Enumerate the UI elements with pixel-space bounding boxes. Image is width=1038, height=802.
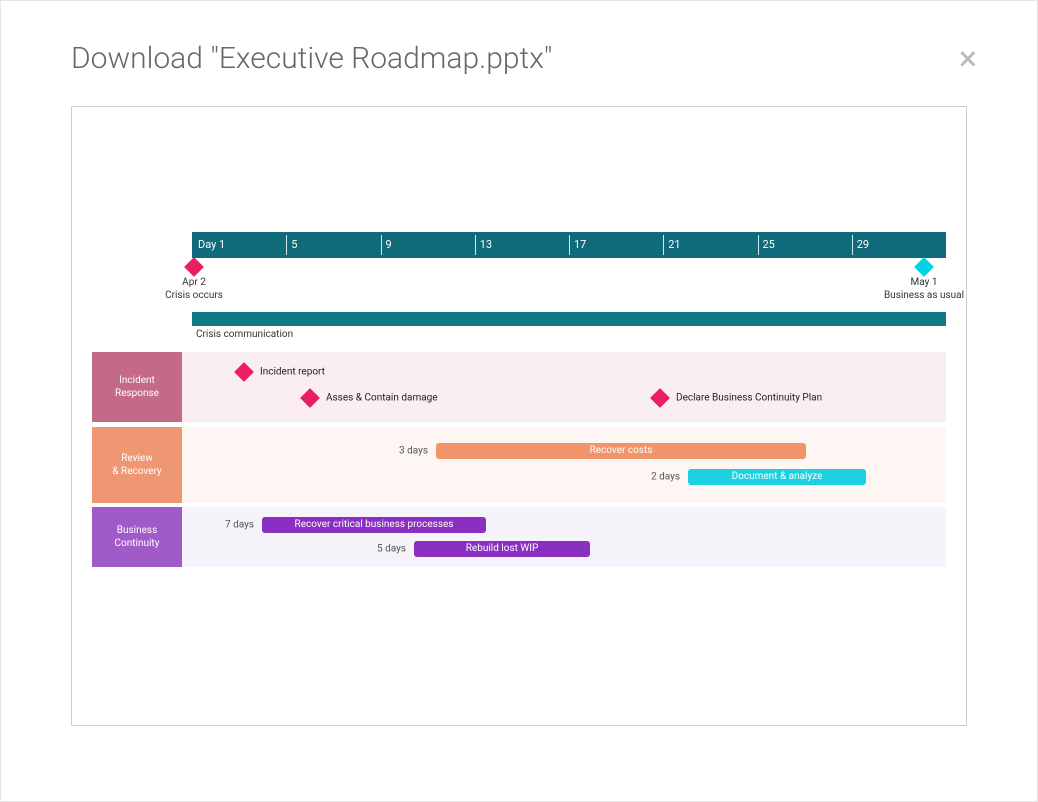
incident-report-label: Incident report: [260, 367, 325, 378]
recover-processes-bar: Recover critical business processes: [262, 517, 486, 533]
tick-29: 29: [852, 235, 869, 255]
swimlane-incident-response: Incident Response Incident report Asses …: [92, 352, 946, 422]
download-modal: Download "Executive Roadmap.pptx" × Day …: [21, 11, 1017, 771]
lane1-name-l2: Response: [96, 387, 178, 400]
lane3-name-l1: Business: [96, 524, 178, 537]
assess-contain-label: Asses & Contain damage: [326, 393, 438, 404]
close-icon[interactable]: ×: [959, 42, 977, 76]
declare-bcp-label: Declare Business Continuity Plan: [676, 393, 822, 404]
tick-25: 25: [758, 235, 775, 255]
milestone-crisis-label: Crisis occurs: [165, 290, 223, 301]
modal-title: Download "Executive Roadmap.pptx": [71, 41, 552, 76]
swimlane-business-continuity: Business Continuity 7 days Recover criti…: [92, 507, 946, 567]
crisis-communication-label: Crisis communication: [196, 329, 293, 340]
tick-9: 9: [381, 235, 392, 255]
milestone-crisis-date: Apr 2: [182, 277, 206, 288]
modal-header: Download "Executive Roadmap.pptx" ×: [21, 11, 1017, 96]
preview-frame: Day 1 5 9 13 17 21 25 29 Apr 2 Crisis oc…: [71, 106, 967, 726]
milestone-business-usual-label: Business as usual: [884, 290, 964, 301]
milestone-business-usual-icon: [914, 257, 934, 277]
milestone-crisis-occurs-icon: [184, 257, 204, 277]
lane2-name-l1: Review: [96, 452, 178, 465]
swimlane-review-recovery: Review & Recovery 3 days Recover costs 2…: [92, 427, 946, 503]
tick-5: 5: [286, 235, 297, 255]
incident-report-icon: [234, 362, 254, 382]
document-analyze-duration: 2 days: [651, 472, 688, 483]
rebuild-wip-bar: Rebuild lost WIP: [414, 541, 590, 557]
rebuild-wip-duration: 5 days: [377, 544, 414, 555]
swimlane-business-continuity-body: 7 days Recover critical business process…: [182, 507, 946, 567]
tick-21: 21: [663, 235, 680, 255]
timeline-axis: Day 1 5 9 13 17 21 25 29: [192, 232, 946, 258]
tick-17: 17: [569, 235, 586, 255]
milestone-business-usual-date: May 1: [911, 277, 938, 288]
crisis-communication-bar: [192, 312, 946, 326]
lane2-name-l2: & Recovery: [96, 465, 178, 478]
swimlane-incident-response-label: Incident Response: [92, 352, 182, 422]
recover-processes-duration: 7 days: [225, 520, 262, 531]
swimlane-review-recovery-label: Review & Recovery: [92, 427, 182, 503]
lane1-name-l1: Incident: [96, 374, 178, 387]
roadmap-chart: Day 1 5 9 13 17 21 25 29 Apr 2 Crisis oc…: [92, 137, 946, 665]
document-analyze-bar: Document & analyze: [688, 469, 866, 485]
declare-bcp-icon: [650, 388, 670, 408]
lane3-name-l2: Continuity: [96, 537, 178, 550]
swimlane-review-recovery-body: 3 days Recover costs 2 days Document & a…: [182, 427, 946, 503]
assess-contain-icon: [300, 388, 320, 408]
swimlane-incident-response-body: Incident report Asses & Contain damage D…: [182, 352, 946, 422]
tick-day1: Day 1: [194, 235, 225, 255]
recover-costs-duration: 3 days: [399, 446, 436, 457]
tick-13: 13: [475, 235, 492, 255]
swimlane-business-continuity-label: Business Continuity: [92, 507, 182, 567]
recover-costs-bar: Recover costs: [436, 443, 806, 459]
